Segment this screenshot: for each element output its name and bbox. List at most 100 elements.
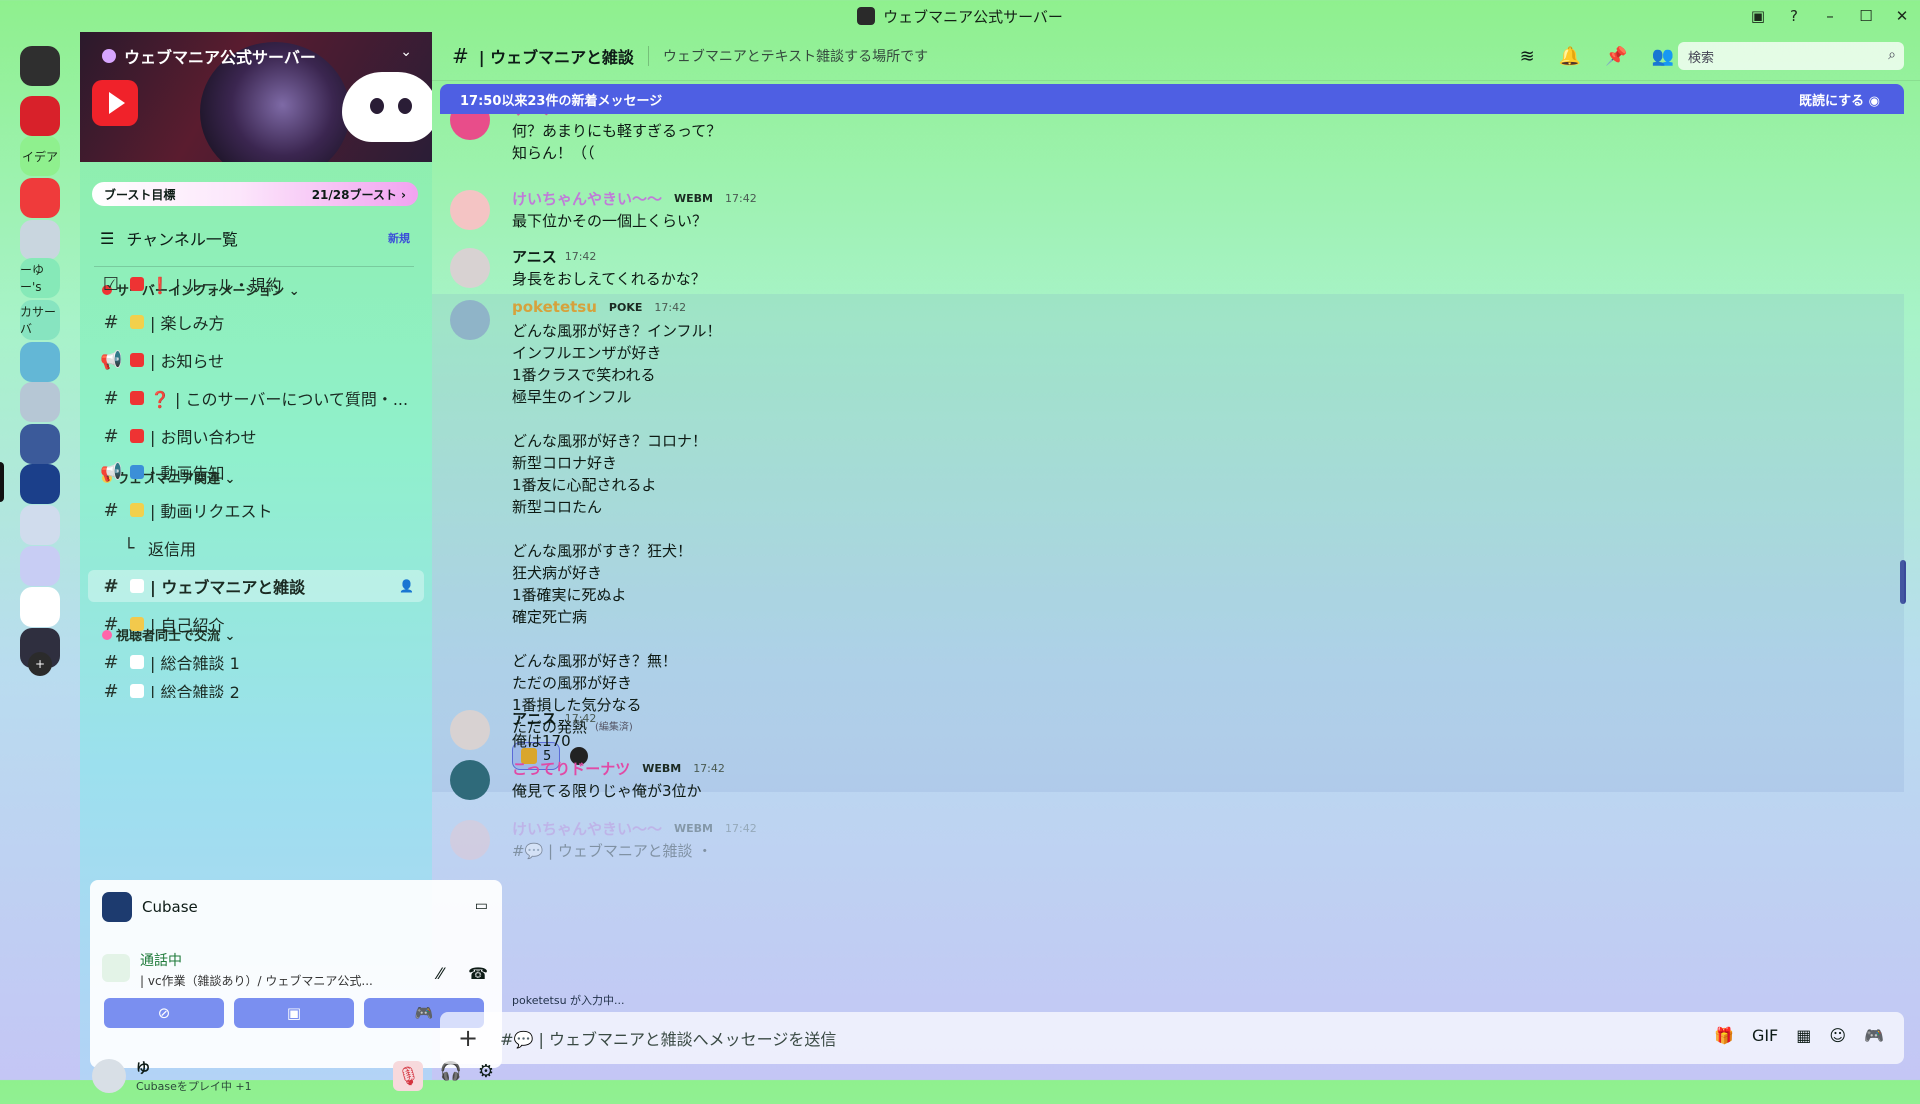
message[interactable]: けいちゃんやきい～～ WEBM 17:42 #💬 | ウェブマニアと雑談 ・	[432, 814, 1904, 876]
members-icon[interactable]: 👥	[1652, 46, 1674, 67]
channel-type-icon: 📢	[100, 461, 123, 483]
sidebar-channel[interactable]: # | ウェブマニアと雑談 👤	[88, 570, 424, 602]
message[interactable]: ゆーナー 17:42 何？あまりにも軽すぎるって？ 知らん！（（	[432, 114, 1904, 178]
server-icon-8[interactable]	[20, 382, 60, 422]
message-author[interactable]: poketetsu POKE 17:42	[512, 298, 686, 316]
help-icon[interactable]: ?	[1776, 7, 1812, 25]
server-icon-11[interactable]	[20, 505, 60, 545]
message-line: 1番友に心配されるよ	[512, 476, 657, 494]
server-icon-1[interactable]	[20, 96, 60, 136]
avatar[interactable]	[450, 114, 490, 140]
channel-list-button[interactable]: ☰ チャンネル一覧 新規	[88, 220, 424, 256]
avatar[interactable]	[450, 190, 490, 230]
sidebar-channel[interactable]: # | 総合雑談 1	[88, 646, 424, 678]
server-icon-2[interactable]: イデア	[20, 136, 60, 176]
maximize-button[interactable]: ☐	[1848, 7, 1884, 25]
server-icon-10[interactable]	[20, 464, 60, 504]
message[interactable]: けいちゃんやきい～～ WEBM 17:42 最下位かその一個上くらい？	[432, 184, 1904, 246]
message-input[interactable]: #💬 | ウェブマニアと雑談へメッセージを送信	[500, 1026, 836, 1050]
server-rail: イデアーゆー's カサーバ +	[0, 32, 80, 1080]
voice-status-label: 通話中	[140, 953, 182, 969]
message-line: どんな風邪が好き？インフル！	[512, 322, 722, 340]
server-icon-6[interactable]: カサーバ	[20, 300, 60, 340]
message-line: 新型コロナ好き	[512, 454, 618, 472]
avatar[interactable]	[450, 760, 490, 800]
sidebar-channel[interactable]: 📢 | お知らせ	[88, 344, 424, 376]
sidebar-channel[interactable]: # | 自己紹介	[88, 608, 424, 640]
channel-emoji-icon	[130, 503, 144, 517]
message[interactable]: こってりドーナツ WEBM 17:42 俺見てる限りじゃ俺が3位か	[432, 754, 1904, 816]
message-line: どんな風邪がすき？狂犬！	[512, 542, 693, 560]
message-author[interactable]: こってりドーナツ WEBM 17:42	[512, 758, 725, 779]
mute-mic-icon[interactable]: 🎙	[393, 1061, 424, 1091]
message-line: 新型コロたん	[512, 498, 603, 516]
sidebar-channel[interactable]: # | 総合雑談 2	[88, 684, 424, 698]
new-messages-text: 17:50以来23件の新着メッセージ	[460, 93, 663, 109]
avatar[interactable]	[450, 300, 490, 340]
attach-plus-icon[interactable]: +	[458, 1024, 478, 1052]
server-icon-0[interactable]	[20, 46, 60, 86]
boost-goal-bar[interactable]: ブースト目標 21/28ブースト ›	[92, 182, 418, 206]
avatar[interactable]	[450, 820, 490, 860]
message-author[interactable]: けいちゃんやきい～～ WEBM 17:42	[512, 188, 757, 209]
channel-type-icon: 📢	[100, 349, 123, 371]
sidebar-channel[interactable]: # | お問い合わせ	[88, 420, 424, 452]
sidebar-channel[interactable]: └ 返信用	[88, 532, 424, 564]
search-input[interactable]: 検索 ⌕	[1678, 42, 1904, 70]
list-icon: ☰	[100, 228, 115, 248]
message-line: 身長をおしえてくれるかな？	[512, 270, 706, 288]
message-author[interactable]: けいちゃんやきい～～ WEBM 17:42	[512, 818, 757, 839]
add-member-icon[interactable]: 👤	[399, 579, 414, 593]
activity-app[interactable]: Cubase	[102, 892, 198, 922]
channel-type-icon: #	[103, 575, 119, 597]
message-author[interactable]: アニス 17:42	[512, 708, 596, 729]
avatar[interactable]	[450, 710, 490, 750]
inbox-icon[interactable]: ▣	[1740, 7, 1776, 25]
server-icon-9[interactable]	[20, 424, 60, 464]
bell-icon[interactable]: 🔔	[1559, 46, 1581, 67]
new-messages-bar[interactable]: 17:50以来23件の新着メッセージ 既読にする ◉	[440, 84, 1904, 114]
channel-type-icon: #	[103, 387, 119, 409]
gift-icon[interactable]: 🎁	[1714, 1026, 1734, 1045]
sidebar-channel[interactable]: ☑ ❗ | ルール・規約	[88, 268, 424, 300]
signal-icon	[102, 954, 130, 982]
add-server-button[interactable]: +	[28, 652, 52, 676]
gif-icon[interactable]: GIF	[1752, 1026, 1778, 1045]
search-placeholder: 検索	[1688, 50, 1715, 66]
voice-status[interactable]: 通話中 | vc作業（雑談あり）/ ウェブマニア公式...	[102, 950, 373, 989]
emoji-icon[interactable]: ☺	[1829, 1026, 1846, 1045]
window-titlebar: ウェブマニア公式サーバー ▣ ? – ☐ ✕	[0, 0, 1920, 32]
divider	[94, 266, 414, 267]
close-button[interactable]: ✕	[1884, 7, 1920, 25]
server-icon-4[interactable]	[20, 220, 60, 260]
channel-name: | 動画告知	[150, 464, 225, 483]
server-icon-13[interactable]	[20, 587, 60, 627]
channel-name: | 動画リクエスト	[150, 502, 273, 521]
channel-name: 返信用	[148, 540, 197, 559]
message-line: 何？あまりにも軽すぎるって？	[512, 122, 722, 140]
message-composer[interactable]: + #💬 | ウェブマニアと雑談へメッセージを送信 🎁 GIF ▦ ☺ 🎮	[440, 1012, 1904, 1064]
sticker-icon[interactable]: ▦	[1796, 1026, 1811, 1045]
sidebar-channel[interactable]: # ❓ | このサーバーについて質問・...	[88, 382, 424, 414]
pin-icon[interactable]: 📌	[1605, 46, 1627, 67]
threads-icon[interactable]: ≋	[1520, 46, 1535, 67]
server-icon-7[interactable]	[20, 342, 60, 382]
share-screen-button[interactable]: ▣	[234, 998, 354, 1028]
sidebar-channel[interactable]: # | 動画リクエスト	[88, 494, 424, 526]
server-icon-5[interactable]: ーゆー's	[20, 258, 60, 298]
avatar[interactable]	[450, 248, 490, 288]
game-icon[interactable]: 🎮	[1864, 1026, 1884, 1045]
camera-off-button[interactable]: ⊘	[104, 998, 224, 1028]
server-name-button[interactable]: ウェブマニア公式サーバー	[102, 44, 316, 68]
chevron-down-icon[interactable]: ⌄	[400, 44, 412, 60]
sidebar-channel[interactable]: # | 楽しみ方	[88, 306, 424, 338]
message-author[interactable]: ゆーナー 17:42	[512, 114, 612, 119]
server-icon-12[interactable]	[20, 546, 60, 586]
avatar[interactable]	[92, 1059, 126, 1093]
server-tag: WEBM	[674, 192, 713, 205]
mark-read-button[interactable]: 既読にする ◉	[1799, 90, 1880, 109]
sidebar-channel[interactable]: 📢 | 動画告知	[88, 456, 424, 488]
message-author[interactable]: アニス 17:42	[512, 246, 596, 267]
minimize-button[interactable]: –	[1812, 7, 1848, 25]
server-icon-3[interactable]	[20, 178, 60, 218]
